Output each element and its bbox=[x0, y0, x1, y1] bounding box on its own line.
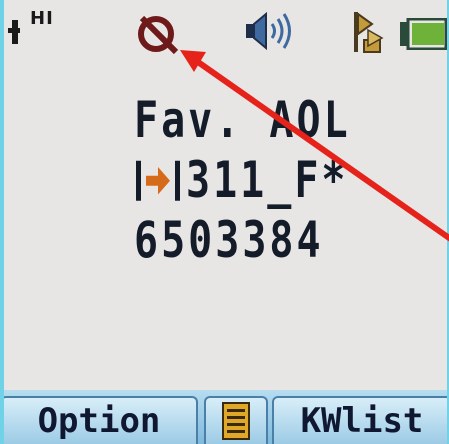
signal-label: HI bbox=[30, 8, 54, 29]
channel-line: 311_F* bbox=[134, 152, 349, 210]
speaker-icon bbox=[246, 11, 291, 51]
kwlist-label: KWlist bbox=[300, 401, 424, 441]
forward-icon bbox=[136, 160, 180, 201]
signal-icon: HI bbox=[8, 8, 66, 48]
battery-icon bbox=[400, 18, 447, 50]
option-softkey[interactable]: Option bbox=[4, 396, 198, 444]
phone-screen: HI Fav. AOL 311_F* 6503384 Option KWlist bbox=[4, 0, 447, 444]
favorite-label: Fav. AOL bbox=[134, 92, 351, 150]
menu-icon bbox=[222, 402, 250, 440]
option-label: Option bbox=[37, 401, 161, 441]
softkey-bar: Option KWlist bbox=[4, 390, 447, 444]
channel-label: 311_F* bbox=[186, 152, 349, 210]
flag-icon bbox=[354, 12, 384, 53]
kwlist-softkey[interactable]: KWlist bbox=[272, 396, 447, 444]
status-bar: HI bbox=[4, 0, 447, 62]
do-not-disturb-icon bbox=[138, 15, 179, 55]
phone-number: 6503384 bbox=[134, 212, 324, 270]
menu-softkey[interactable] bbox=[204, 396, 268, 444]
